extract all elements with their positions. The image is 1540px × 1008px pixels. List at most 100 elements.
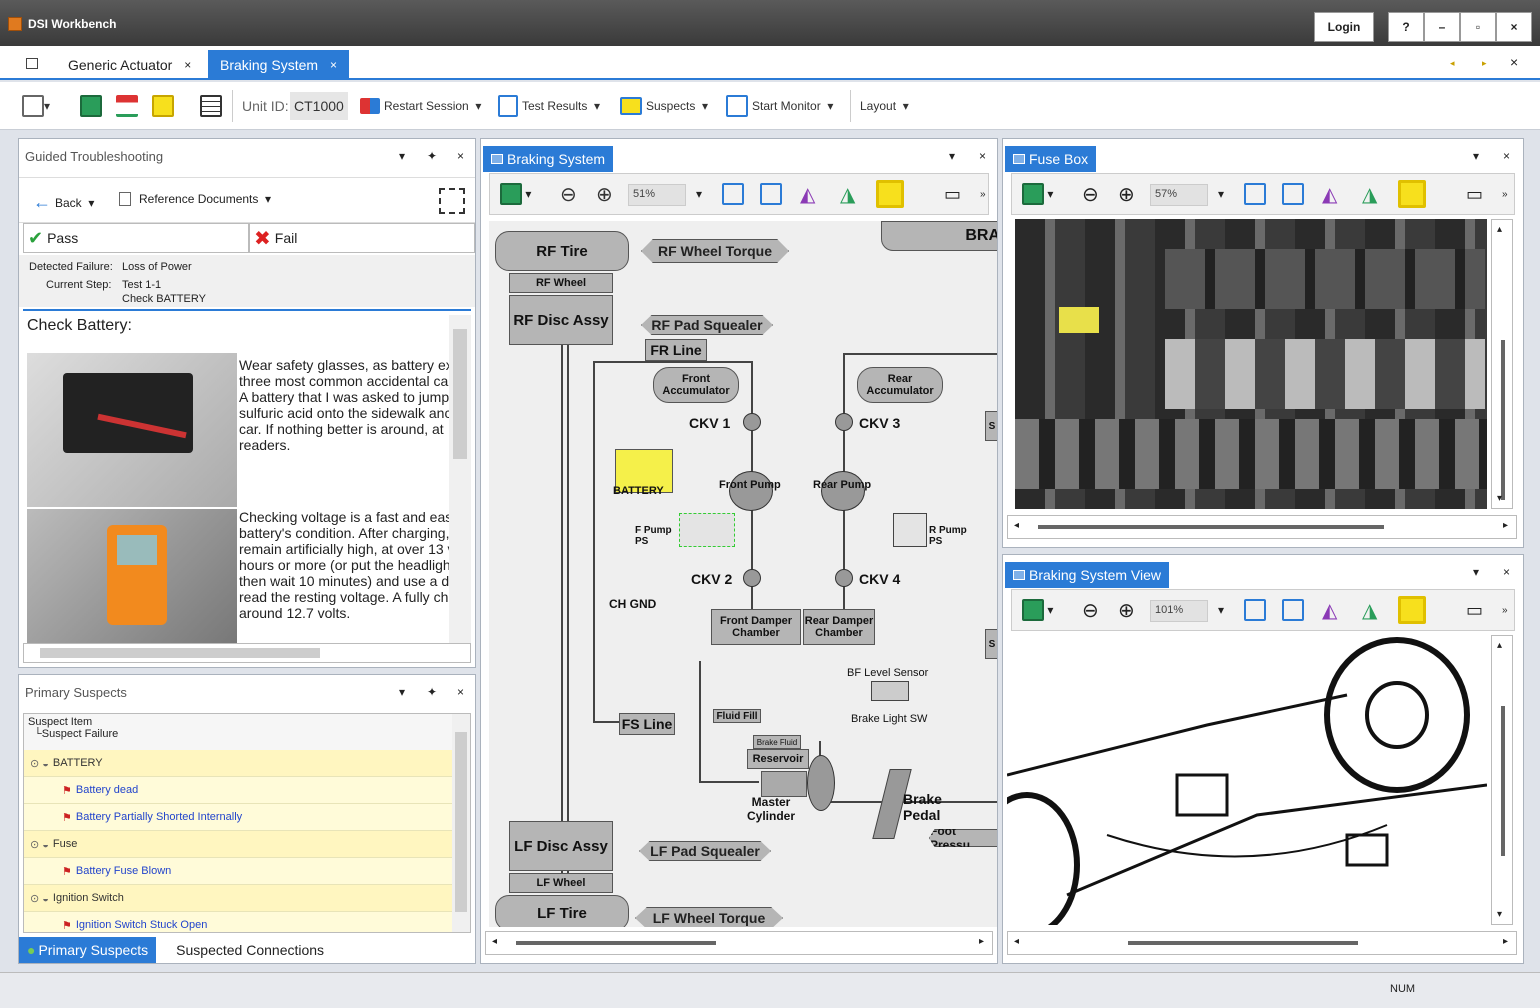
image-view-button[interactable] xyxy=(1398,596,1426,624)
comment-button[interactable]: ▭ xyxy=(944,182,961,206)
close-icon[interactable]: × xyxy=(330,58,337,72)
zoom-level[interactable]: 57% xyxy=(1150,184,1208,206)
reference-documents-button[interactable]: Reference Documents ▾ xyxy=(119,192,271,206)
suspect-failure-row[interactable]: ⚑ Battery Fuse Blown xyxy=(24,858,452,885)
scroll-down-icon[interactable]: ▾ xyxy=(1497,909,1502,920)
zoom-in-button[interactable]: ⊕ xyxy=(1118,182,1135,206)
comment-button[interactable]: ▭ xyxy=(1466,598,1483,622)
scroll-right-icon[interactable]: ▸ xyxy=(1503,936,1508,947)
fit-page-button[interactable] xyxy=(760,182,782,206)
suspect-group-row[interactable]: ⊙ ◒ Fuse xyxy=(24,831,452,858)
info-dropdown-button[interactable]: ▾ xyxy=(22,92,50,120)
instructions-vscroll[interactable] xyxy=(449,315,471,645)
instructions-hscroll[interactable] xyxy=(23,643,471,663)
rotate-left-button[interactable]: ◭ xyxy=(1322,182,1337,206)
diagram-node-s[interactable]: S xyxy=(985,411,997,441)
diagram-node-rf-tire[interactable]: RF Tire xyxy=(495,231,629,271)
fit-width-button[interactable] xyxy=(722,182,744,206)
minimize-button[interactable]: – xyxy=(1424,12,1460,42)
view-hscroll[interactable]: ◂ ▸ xyxy=(1007,931,1517,955)
more-button[interactable]: » xyxy=(1502,598,1508,622)
check-valve-icon[interactable] xyxy=(743,569,761,587)
fit-page-button[interactable] xyxy=(1282,182,1304,206)
fullscreen-icon[interactable] xyxy=(439,188,465,214)
panel-menu-icon[interactable]: ▾ xyxy=(399,149,405,163)
start-monitor-button[interactable]: Start Monitor ▾ xyxy=(726,92,833,120)
diagram-node-reservoir[interactable]: Reservoir xyxy=(747,749,809,769)
panel-tab[interactable]: Braking System xyxy=(483,146,614,172)
tab-primary-suspects[interactable]: ● Primary Suspects xyxy=(19,937,157,963)
diagram-node-lf-wheel[interactable]: LF Wheel xyxy=(509,873,613,893)
diagram-node-rear-damper[interactable]: Rear Damper Chamber xyxy=(803,609,875,645)
expand-icon[interactable]: ⊙ ◒ xyxy=(30,757,49,770)
expand-icon[interactable]: ⊙ ◒ xyxy=(30,838,49,851)
check-valve-icon[interactable] xyxy=(835,413,853,431)
diagram-node-fs-line[interactable]: FS Line xyxy=(619,713,675,735)
rear-pump-icon[interactable] xyxy=(821,471,865,511)
expand-icon[interactable]: ⊙ ◒ xyxy=(30,892,49,905)
panel-menu-icon[interactable]: ▾ xyxy=(1473,565,1479,579)
zoom-out-button[interactable]: ⊖ xyxy=(560,182,577,206)
diagram-node-s[interactable]: S xyxy=(985,629,997,659)
layers-button[interactable]: ▾ xyxy=(1022,182,1053,206)
test-results-button[interactable]: Test Results ▾ xyxy=(498,92,600,120)
zoom-level[interactable]: 51% xyxy=(628,184,686,206)
diagram-node-lf-tire[interactable]: LF Tire xyxy=(495,895,629,927)
diagram-node-fluid-fill[interactable]: Fluid Fill xyxy=(713,709,761,723)
suspect-failure-row[interactable]: ⚑ Battery Partially Shorted Internally xyxy=(24,804,452,831)
suspects-button[interactable]: Suspects ▾ xyxy=(620,92,708,120)
close-icon[interactable]: × xyxy=(457,149,464,163)
highlighted-fuse[interactable] xyxy=(1059,307,1099,333)
f-pump-switch-icon[interactable] xyxy=(679,513,735,547)
diagram-tag-lf-wheel-torque[interactable]: LF Wheel Torque xyxy=(635,907,783,927)
suspect-group-row[interactable]: ⊙ ◒ BATTERY xyxy=(24,750,452,777)
rotate-left-button[interactable]: ◭ xyxy=(800,182,815,206)
list-view-button[interactable] xyxy=(200,92,222,120)
login-button[interactable]: Login xyxy=(1314,12,1374,42)
close-icon[interactable]: × xyxy=(1503,565,1510,579)
rotate-right-button[interactable]: ◮ xyxy=(840,182,855,206)
panel-menu-icon[interactable]: ▾ xyxy=(1473,149,1479,163)
layout-button[interactable]: Layout ▾ xyxy=(860,92,909,120)
scroll-left-icon[interactable]: ◂ xyxy=(1014,520,1019,531)
comment-button[interactable]: ▭ xyxy=(1466,182,1483,206)
zoom-level[interactable]: 101% xyxy=(1150,600,1208,622)
pass-button[interactable]: ✔ Pass xyxy=(23,223,249,253)
panel-menu-icon[interactable]: ▾ xyxy=(399,685,405,699)
close-icon[interactable]: × xyxy=(1503,149,1510,163)
rotate-left-button[interactable]: ◭ xyxy=(1322,598,1337,622)
more-button[interactable]: » xyxy=(1502,182,1508,206)
layers-button[interactable]: ▾ xyxy=(500,182,531,206)
zoom-out-button[interactable]: ⊖ xyxy=(1082,182,1099,206)
restart-session-button[interactable]: Restart Session ▾ xyxy=(360,92,481,120)
diagram-node-bra[interactable]: BRA xyxy=(881,221,997,251)
close-icon[interactable]: × xyxy=(979,149,986,163)
fit-width-button[interactable] xyxy=(1244,598,1266,622)
master-cylinder-icon[interactable] xyxy=(761,771,807,797)
panel-tab[interactable]: Braking System View xyxy=(1005,562,1170,588)
view-vscroll[interactable]: ▴ ▾ xyxy=(1491,635,1513,925)
tab-generic-actuator[interactable]: Generic Actuator × xyxy=(56,50,203,80)
more-button[interactable]: » xyxy=(980,182,986,206)
maximize-button[interactable]: ▫ xyxy=(1460,12,1496,42)
close-icon[interactable]: × xyxy=(184,58,191,72)
diagram-tag-rf-pad-squealer[interactable]: RF Pad Squealer xyxy=(641,315,773,335)
scroll-up-icon[interactable]: ▴ xyxy=(1497,224,1502,235)
check-valve-icon[interactable] xyxy=(835,569,853,587)
suspect-failure-row[interactable]: ⚑ Ignition Switch Stuck Open xyxy=(24,912,452,932)
fuse-vscroll[interactable]: ▴ ▾ xyxy=(1491,219,1513,509)
tab-braking-system[interactable]: Braking System × xyxy=(208,50,350,80)
suspects-vscroll[interactable] xyxy=(452,714,470,932)
scroll-right-icon[interactable]: ▸ xyxy=(1503,520,1508,531)
sensor-icon[interactable] xyxy=(871,681,909,701)
tree-view-button[interactable] xyxy=(80,92,102,120)
sidebar-toggle-icon[interactable] xyxy=(26,58,38,69)
diagram-tag-rf-wheel-torque[interactable]: RF Wheel Torque xyxy=(641,239,789,263)
diagram-node-rf-wheel[interactable]: RF Wheel xyxy=(509,273,613,293)
tab-suspected-connections[interactable]: Suspected Connections xyxy=(156,937,344,963)
check-valve-icon[interactable] xyxy=(743,413,761,431)
rotate-right-button[interactable]: ◮ xyxy=(1362,598,1377,622)
suspect-failure-row[interactable]: ⚑ Battery dead xyxy=(24,777,452,804)
highlight-button[interactable] xyxy=(152,92,174,120)
scroll-up-icon[interactable]: ▴ xyxy=(1497,640,1502,651)
